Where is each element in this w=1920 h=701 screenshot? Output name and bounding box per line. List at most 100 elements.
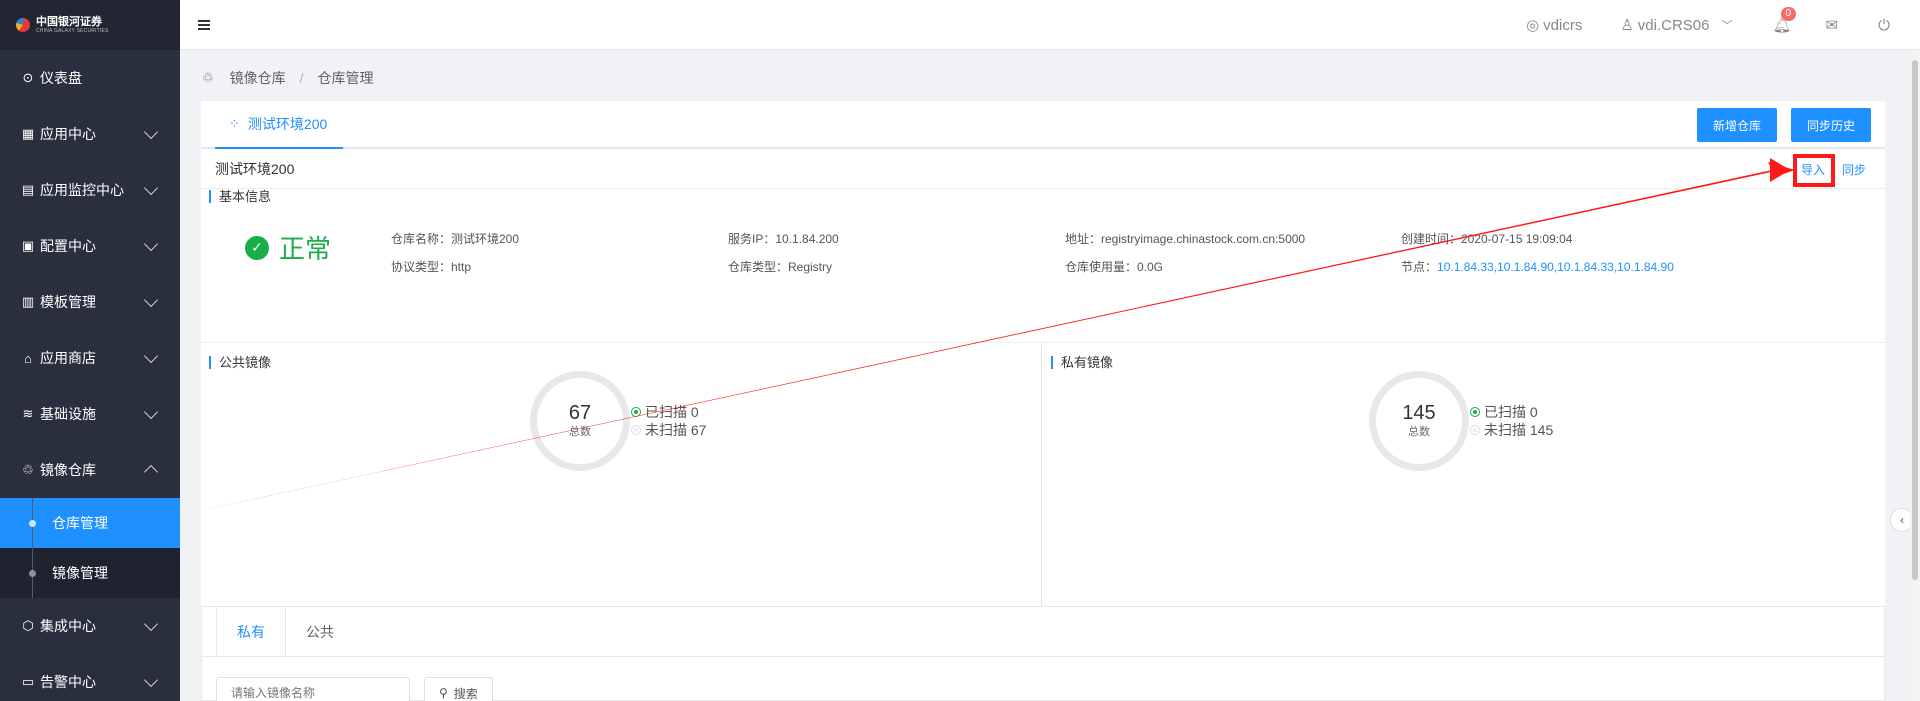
status-indicator: ✓ 正常 (245, 229, 331, 266)
tenant-selector[interactable]: ◎ vdicrs (1526, 16, 1583, 35)
repo-name: 测试环境200 (215, 160, 295, 177)
legend-label: 已扫描 0 (645, 404, 699, 420)
grid-dots-icon: ⁘ (229, 116, 240, 131)
legend-label: 未扫描 145 (1484, 422, 1554, 438)
chevron-left-icon: ‹ (1900, 513, 1904, 527)
sidebar-item-integration[interactable]: ⬡ 集成中心 (0, 598, 180, 654)
nodes-value[interactable]: 10.1.84.33,10.1.84.90,10.1.84.33,10.1.84… (1437, 260, 1674, 274)
public-legend: 已扫描 0 未扫描 67 (631, 403, 706, 439)
tab-repo[interactable]: ⁘ 测试环境200 (215, 101, 344, 149)
sidebar-item-app-monitor[interactable]: ▤ 应用监控中心 (0, 162, 180, 218)
store-icon: ⌂ (24, 350, 32, 366)
chevron-down-icon (143, 672, 159, 688)
sidebar-item-label: 应用监控中心 (40, 182, 124, 198)
radio-dot-icon (631, 407, 641, 417)
sidebar-item-label: 基础设施 (40, 406, 96, 422)
private-images-title: 私有镜像 (1051, 356, 1113, 369)
alert-icon: ▭ (21, 674, 35, 689)
header-actions: ◎ vdicrs ♙ vdi.CRS06 ﹀ 🔔︎ 0 ✉ ⏻ (1526, 0, 1920, 50)
field-address: 地址：registryimage.chinastock.com.cn:5000 (1065, 232, 1306, 246)
breadcrumb-item-registry[interactable]: 镜像仓库 (230, 68, 286, 88)
check-circle-icon: ✓ (245, 235, 269, 260)
logo-subtitle: CHINA GALAXY SECURITIES (36, 27, 109, 34)
logout-button[interactable]: ⏻ (1878, 17, 1890, 34)
private-total-count: 145 (1402, 402, 1436, 424)
search-button-label: 搜索 (453, 686, 478, 701)
radio-dot-icon (1470, 407, 1480, 417)
chevron-down-icon (143, 404, 159, 420)
field-protocol: 协议类型：http (391, 260, 472, 274)
nodes-label: 节点： (1401, 260, 1438, 274)
brand-logo[interactable]: 中国银河证券 CHINA GALAXY SECURITIES (0, 0, 180, 50)
legend-label: 未扫描 67 (645, 422, 707, 438)
cube-icon: ⬡ (22, 618, 34, 633)
field-created-time: 创建时间：2020-07-15 19:09:04 (1401, 232, 1573, 246)
tab-private[interactable]: 私有 (216, 607, 286, 656)
breadcrumb: ♲ 镜像仓库 / 仓库管理 (202, 68, 374, 88)
legend-item-unscanned: 未扫描 67 (631, 421, 706, 439)
sidebar-item-label: 镜像仓库 (40, 462, 96, 478)
private-total-ring: 145 总数 (1369, 371, 1469, 471)
user-menu[interactable]: ♙ vdi.CRS06 ﹀ (1620, 16, 1733, 35)
basic-info-title: 基本信息 (209, 190, 271, 203)
chevron-down-icon (143, 124, 159, 140)
chevron-down-icon (143, 236, 159, 252)
chevron-down-icon: ﹀ (1721, 20, 1733, 32)
template-icon: ▥ (21, 294, 35, 309)
logo-title: 中国银河证券 (36, 15, 102, 28)
image-search-input[interactable] (216, 677, 410, 701)
top-header: ◎ vdicrs ♙ vdi.CRS06 ﹀ 🔔︎ 0 ✉ ⏻ (180, 0, 1920, 50)
bullet-icon (29, 570, 36, 577)
sidebar-item-app-center[interactable]: ▦ 应用中心 (0, 106, 180, 162)
search-button[interactable]: ⚲ 搜索 (424, 677, 493, 701)
new-repo-button[interactable]: 新增仓库 (1697, 108, 1778, 142)
sidebar-item-label: 仪表盘 (40, 70, 82, 86)
sidebar-item-app-store[interactable]: ⌂ 应用商店 (0, 330, 180, 386)
sidebar-item-infrastructure[interactable]: ≋ 基础设施 (0, 386, 180, 442)
tenant-icon: ◎ (1526, 17, 1540, 34)
chevron-down-icon (143, 348, 159, 364)
dashboard-icon: ⊙ (22, 70, 34, 85)
sidebar-item-dashboard[interactable]: ⊙ 仪表盘 (0, 50, 180, 106)
legend-label: 已扫描 0 (1484, 404, 1538, 420)
notifications-button[interactable]: 🔔︎ 0 (1773, 7, 1797, 34)
registry-icon: ♲ (22, 462, 34, 477)
public-total-label: 总数 (569, 426, 591, 438)
menu-toggle-icon[interactable] (198, 19, 210, 30)
sync-button[interactable]: 同步 (1842, 161, 1866, 178)
sync-history-button[interactable]: 同步历史 (1791, 108, 1872, 142)
tab-public[interactable]: 公共 (286, 607, 354, 656)
sidebar-item-config[interactable]: ▣ 配置中心 (0, 218, 180, 274)
sidebar-subitem-label: 镜像管理 (52, 565, 108, 581)
tab-label: 测试环境200 (247, 116, 328, 132)
registry-icon: ♲ (202, 70, 214, 85)
breadcrumb-item-current: 仓库管理 (317, 70, 374, 86)
user-name: vdi.CRS06 (1637, 16, 1710, 34)
sidebar-item-label: 集成中心 (40, 618, 96, 634)
config-icon: ▣ (21, 238, 35, 253)
radio-dot-icon (631, 425, 641, 435)
tenant-name: vdicrs (1543, 16, 1583, 34)
sidebar-item-image-registry[interactable]: ♲ 镜像仓库 (0, 442, 180, 498)
search-icon: ⚲ (439, 686, 448, 700)
messages-button[interactable]: ✉ (1826, 16, 1839, 34)
sidebar-item-templates[interactable]: ▥ 模板管理 (0, 274, 180, 330)
sidebar-item-alerts[interactable]: ▭ 告警中心 (0, 654, 180, 701)
public-images-title: 公共镜像 (209, 356, 271, 369)
sidebar-subitem-repo-management[interactable]: 仓库管理 (0, 498, 180, 548)
sidebar-subitem-label: 仓库管理 (52, 515, 108, 531)
chevron-down-icon (143, 616, 159, 632)
logo-icon (16, 18, 30, 32)
public-total-count: 67 (568, 402, 592, 424)
sidebar-item-label: 配置中心 (40, 238, 96, 254)
sidebar-subitem-image-management[interactable]: 镜像管理 (0, 548, 180, 598)
field-usage: 仓库使用量：0.0G (1065, 260, 1164, 274)
field-repo-type: 仓库类型：Registry (728, 260, 833, 274)
chevron-up-icon (143, 464, 159, 480)
sidebar-item-label: 应用商店 (40, 350, 96, 366)
layers-icon: ≋ (22, 406, 34, 421)
image-list-panel: 私有 公共 ⚲ 搜索 (201, 606, 1885, 701)
chevron-down-icon (143, 180, 159, 196)
scrollbar-thumb[interactable] (1912, 60, 1918, 580)
scrollbar[interactable] (1910, 50, 1920, 701)
